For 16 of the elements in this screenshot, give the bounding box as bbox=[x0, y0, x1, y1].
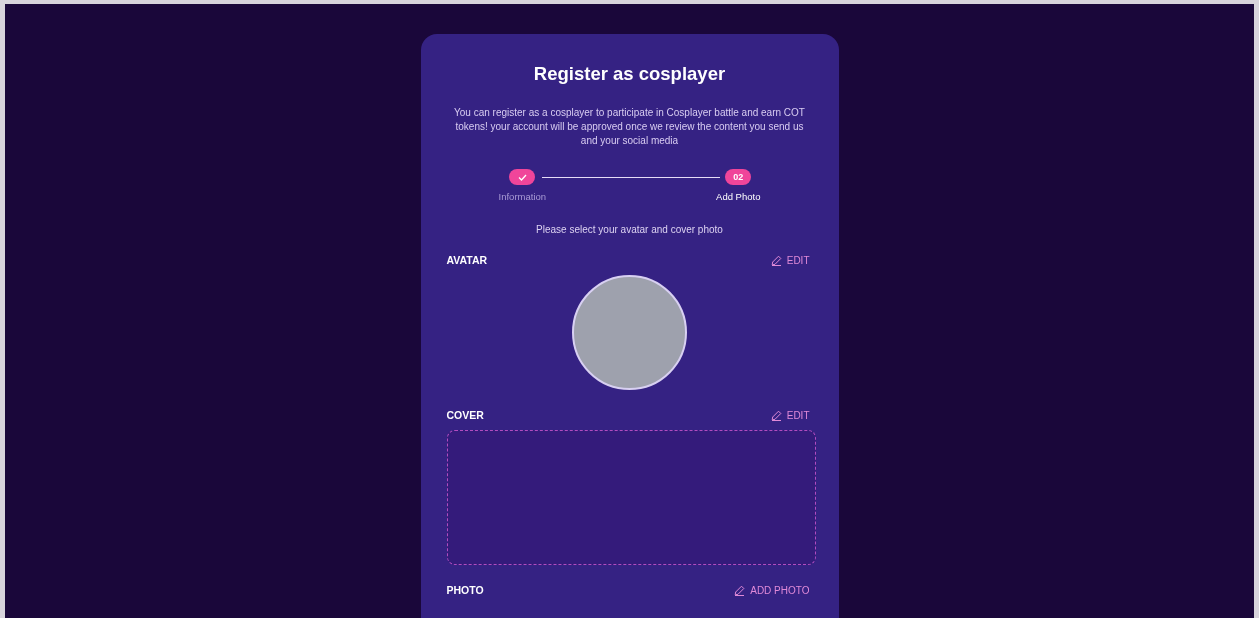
instruction-text: Please select your avatar and cover photo bbox=[535, 224, 724, 235]
edit-button[interactable]: EDIT bbox=[770, 254, 813, 266]
pencil-icon bbox=[770, 409, 782, 421]
description-text: You can register as a cosplayer to participate in Cosplayer battle and earn COT tokens! your account will be approved once we review the content you send us and your social media bbox=[453, 106, 806, 148]
pencil-icon bbox=[734, 584, 746, 596]
check-icon bbox=[517, 173, 527, 181]
section-label: COVER bbox=[446, 409, 484, 421]
edit-button[interactable]: EDIT bbox=[770, 409, 813, 421]
step-label: Add Photo bbox=[716, 191, 761, 202]
page-title: Register as cosplayer bbox=[532, 62, 727, 86]
section-label: AVATAR bbox=[446, 254, 488, 266]
edit-button[interactable]: ADD PHOTO bbox=[734, 584, 813, 596]
section-label: PHOTO bbox=[446, 584, 484, 596]
step-indicator: 02 bbox=[725, 169, 752, 185]
pencil-icon bbox=[770, 254, 782, 266]
step-label: Information bbox=[498, 191, 547, 202]
